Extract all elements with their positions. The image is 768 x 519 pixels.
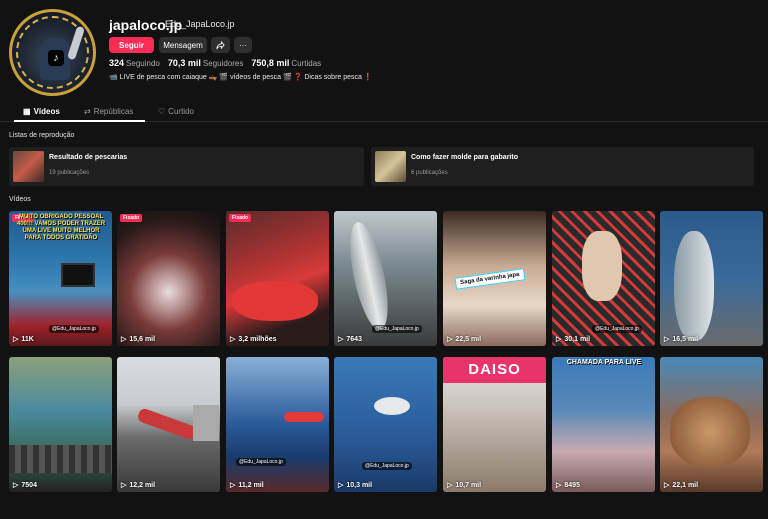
likes-stat: 750,8 mil Curtidas <box>251 58 322 68</box>
video-thumbnail[interactable]: Saga da varinha japa ▷ 22,5 mil <box>443 211 546 346</box>
video-thumbnail[interactable]: ▷ 16,5 mil <box>660 211 763 346</box>
video-thumbnail[interactable]: Fixado MUITO OBRIGADO PESSOAL 400!!! VAM… <box>9 211 112 346</box>
view-count: ▷ 30,1 mil <box>556 335 591 344</box>
video-thumbnail[interactable]: Fixado ▷ 3,2 milhões <box>226 211 329 346</box>
play-icon: ▷ <box>338 482 344 489</box>
watermark: @Edu_JapaLoco.jp <box>49 325 99 333</box>
view-count: ▷ 8495 <box>556 481 580 490</box>
playlists-title: Listas de reprodução <box>9 132 75 139</box>
follow-button[interactable]: Seguir <box>109 37 154 53</box>
share-button[interactable] <box>211 37 230 53</box>
followers-stat[interactable]: 70,3 mil Seguidores <box>168 58 244 68</box>
weather-timeline <box>9 445 112 473</box>
play-icon: ▷ <box>338 336 344 343</box>
playlist-card[interactable]: Como fazer molde para gabarito 6 publica… <box>371 147 754 186</box>
watermark: @Edu_JapaLoco.jp <box>362 462 412 470</box>
watermark: @Edu_JapaLoco.jp <box>592 325 642 333</box>
grid-icon: ▦ <box>23 107 31 116</box>
playlist-card[interactable]: Resultado de pescarias 19 publicações <box>9 147 364 186</box>
kayak <box>136 407 198 441</box>
videos-title: Vídeos <box>9 196 31 203</box>
profile-nickname: Edu_JapaLoco.jp <box>165 19 235 29</box>
video-thumbnail[interactable]: @Edu_JapaLoco.jp ▷ 10,3 mil <box>334 357 437 492</box>
watermark: @Edu_JapaLoco.jp <box>372 325 422 333</box>
profile-bio: 📹 LIVE de pesca com caiaque 🛶 🎬 vídeos d… <box>109 74 373 81</box>
video-thumbnail[interactable]: ▷ 7504 <box>9 357 112 492</box>
video-thumbnail[interactable]: ▷ 22,1 mil <box>660 357 763 492</box>
hand <box>582 231 622 301</box>
fish-body <box>674 231 714 341</box>
playlist-count: 19 publicações <box>49 170 90 176</box>
play-icon: ▷ <box>230 482 236 489</box>
video-text-label: Saga da varinha japa <box>454 268 526 290</box>
playlist-count: 6 publicações <box>411 170 448 176</box>
play-icon: ▷ <box>121 336 127 343</box>
tiktok-logo-icon: ♪ <box>48 50 64 66</box>
video-thumbnail[interactable]: @Edu_JapaLoco.jp ▷ 11,2 mil <box>226 357 329 492</box>
play-icon: ▷ <box>13 336 19 343</box>
play-icon: ▷ <box>13 482 19 489</box>
more-button[interactable]: ··· <box>234 37 252 53</box>
playlist-title: Como fazer molde para gabarito <box>411 154 518 161</box>
video-thumbnail[interactable]: @Edu_JapaLoco.jp ▷ 30,1 mil <box>552 211 655 346</box>
view-count: ▷ 16,5 mil <box>664 335 699 344</box>
watermark: @Edu_JapaLoco.jp <box>236 458 286 466</box>
video-thumbnail[interactable]: CHAMADA PARA LIVE ▷ 8495 <box>552 357 655 492</box>
repost-icon: ⇄ <box>84 107 91 116</box>
share-icon <box>216 40 225 49</box>
red-fish <box>232 281 318 321</box>
video-caption: MUITO OBRIGADO PESSOAL 400!!! VAMOS PODE… <box>16 214 106 241</box>
tab-active-indicator <box>14 120 145 122</box>
play-icon: ▷ <box>447 482 453 489</box>
fish-body <box>670 397 750 467</box>
profile-tabs: ▦ Vídeos ⇄ Repúblicas ♡ Curtido <box>0 103 768 122</box>
store-sign: DAISO <box>443 357 546 383</box>
tab-liked[interactable]: ♡ Curtido <box>158 107 194 116</box>
following-stat[interactable]: 324 Seguindo <box>109 58 160 68</box>
view-count: ▷ 22,5 mil <box>447 335 482 344</box>
playlist-thumbnail <box>375 151 406 182</box>
video-thumbnail[interactable]: DAISO ▷ 10,7 mil <box>443 357 546 492</box>
distant-kayak <box>284 412 324 422</box>
view-count: ▷ 11K <box>13 335 34 344</box>
video-caption: CHAMADA PARA LIVE <box>566 359 642 366</box>
view-count: ▷ 3,2 milhões <box>230 335 277 344</box>
play-icon: ▷ <box>556 482 562 489</box>
heart-icon: ♡ <box>158 107 166 116</box>
play-icon: ▷ <box>664 482 670 489</box>
tab-reposts[interactable]: ⇄ Repúblicas <box>84 107 133 116</box>
play-icon: ▷ <box>447 336 453 343</box>
profile-avatar[interactable]: ♪ <box>9 9 96 96</box>
play-icon: ▷ <box>121 482 127 489</box>
car <box>193 405 219 441</box>
fish-body <box>342 219 396 333</box>
fish-finder-screen <box>61 263 95 287</box>
view-count: ▷ 12,2 mil <box>121 481 156 490</box>
view-count: ▷ 7504 <box>13 481 37 490</box>
play-icon: ▷ <box>230 336 236 343</box>
view-count: ▷ 15,6 mil <box>121 335 156 344</box>
play-icon: ▷ <box>664 336 670 343</box>
pinned-badge: Fixado <box>229 214 252 222</box>
playlist-title: Resultado de pescarias <box>49 154 128 161</box>
view-count: ▷ 7643 <box>338 335 362 344</box>
pinned-badge: Fixado <box>120 214 143 222</box>
message-button[interactable]: Mensagem <box>159 37 207 53</box>
view-count: ▷ 11,2 mil <box>230 481 264 490</box>
video-thumbnail[interactable]: Fixado ▷ 15,6 mil <box>117 211 220 346</box>
profile-stats: 324 Seguindo 70,3 mil Seguidores 750,8 mil… <box>109 58 321 68</box>
view-count: ▷ 22,1 mil <box>664 481 699 490</box>
fish-lure <box>374 397 410 415</box>
playlist-thumbnail <box>13 151 44 182</box>
tab-videos[interactable]: ▦ Vídeos <box>23 107 60 116</box>
view-count: ▷ 10,3 mil <box>338 481 373 490</box>
view-count: ▷ 10,7 mil <box>447 481 482 490</box>
video-thumbnail[interactable]: @Edu_JapaLoco.jp ▷ 7643 <box>334 211 437 346</box>
video-thumbnail[interactable]: ▷ 12,2 mil <box>117 357 220 492</box>
play-icon: ▷ <box>556 336 562 343</box>
